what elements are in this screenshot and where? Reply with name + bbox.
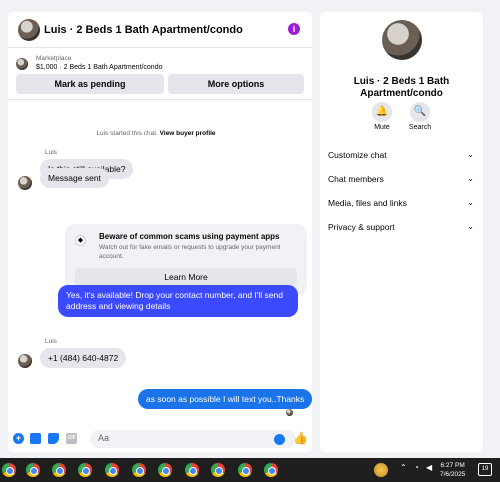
row-label: Privacy & support <box>328 222 395 232</box>
listing-summary[interactable]: $1,000 · 2 Beds 1 Bath Apartment/condo <box>36 64 162 71</box>
listing-thumb <box>16 58 28 70</box>
chrome-icon[interactable] <box>52 463 66 477</box>
scroll-up-icon[interactable]: ▲ <box>311 112 312 118</box>
system-message: Luis started this chat. View buyer profi… <box>8 130 304 137</box>
outgoing-message[interactable]: Yes, it's available! Drop your contact n… <box>58 285 298 317</box>
row-label: Customize chat <box>328 150 387 160</box>
message-bubble[interactable]: +1 (484) 640-4872 <box>40 348 127 368</box>
info-icon[interactable]: i <box>288 23 300 35</box>
chat-title[interactable]: Luis · 2 Beds 1 Bath Apartment/condo <box>44 24 243 36</box>
chevron-down-icon: ⌄ <box>467 222 474 231</box>
search-label: Search <box>408 124 432 131</box>
plus-icon[interactable]: + <box>13 433 24 444</box>
gif-icon[interactable]: GIF <box>66 433 77 444</box>
chevron-up-icon[interactable]: ⌃ <box>400 463 407 472</box>
row-label: Chat members <box>328 174 384 184</box>
scrollbar[interactable]: ▲ ▼ <box>311 112 312 424</box>
weather-icon[interactable] <box>374 463 388 477</box>
sender-avatar <box>18 354 32 368</box>
chevron-down-icon: ⌄ <box>467 150 474 159</box>
scroll-down-icon[interactable]: ▼ <box>311 414 312 420</box>
chrome-icon[interactable] <box>132 463 146 477</box>
chrome-icon[interactable] <box>264 463 278 477</box>
sender-avatar <box>18 176 32 190</box>
privacy-support-row[interactable]: Privacy & support ⌄ <box>328 222 476 238</box>
chevron-down-icon: ⌄ <box>467 174 474 183</box>
sender-name: Luis <box>45 149 57 156</box>
row-label: Media, files and links <box>328 198 407 208</box>
system-started: Luis started this chat. <box>96 130 158 137</box>
message-input[interactable]: Aa <box>90 430 296 448</box>
time: 6:27 PM <box>440 462 465 469</box>
composer: + GIF Aa 👍 <box>8 426 312 452</box>
chrome-icon[interactable] <box>238 463 252 477</box>
bell-icon[interactable]: 🔔 <box>372 102 392 122</box>
image-icon[interactable] <box>30 433 41 444</box>
chrome-icon[interactable] <box>185 463 199 477</box>
side-title: Luis · 2 Beds 1 Bath Apartment/condo <box>353 76 450 99</box>
chat-panel: Luis · 2 Beds 1 Bath Apartment/condo i M… <box>8 12 312 452</box>
mute-label: Mute <box>374 124 390 131</box>
search-icon[interactable]: 🔍 <box>410 102 430 122</box>
chrome-icon[interactable] <box>2 463 16 477</box>
scam-body: Watch out for fake emails or requests to… <box>99 244 281 260</box>
mark-pending-button[interactable]: Mark as pending <box>16 74 164 94</box>
chrome-icon[interactable] <box>105 463 119 477</box>
marketplace-label: Marketplace <box>36 55 72 62</box>
scam-title: Beware of common scams using payment app… <box>99 232 280 241</box>
seen-avatar <box>286 409 293 416</box>
customize-chat-row[interactable]: Customize chat ⌄ <box>328 150 476 166</box>
learn-more-button[interactable]: Learn More <box>75 268 297 286</box>
chrome-icon[interactable] <box>158 463 172 477</box>
emoji-icon[interactable] <box>274 434 285 445</box>
volume-icon[interactable]: ◀ <box>426 463 432 472</box>
chevron-down-icon: ⌄ <box>467 198 474 207</box>
date: 7/6/2025 <box>440 471 466 478</box>
chat-info-panel: Luis · 2 Beds 1 Bath Apartment/condo 🔔 M… <box>320 12 483 452</box>
media-files-row[interactable]: Media, files and links ⌄ <box>328 198 476 214</box>
shield-icon: ◆ <box>75 235 86 246</box>
listing-avatar[interactable] <box>18 19 40 41</box>
sender-name: Luis <box>45 338 57 345</box>
chrome-icon[interactable] <box>26 463 40 477</box>
chrome-icon[interactable] <box>78 463 92 477</box>
notification-badge[interactable]: 19 <box>478 463 492 476</box>
wifi-icon[interactable]: ◔ <box>414 463 419 472</box>
chat-members-row[interactable]: Chat members ⌄ <box>328 174 476 190</box>
more-options-button[interactable]: More options <box>168 74 304 94</box>
taskbar: ⌃ ◔ ◀ 6:27 PM 7/6/2025 19 <box>0 458 500 482</box>
sticker-icon[interactable] <box>48 433 59 444</box>
chat-header: Luis · 2 Beds 1 Bath Apartment/condo i <box>8 12 312 48</box>
clock[interactable]: 6:27 PM 7/6/2025 <box>440 461 465 479</box>
view-buyer-profile-link[interactable]: View buyer profile <box>160 130 216 137</box>
chrome-icon[interactable] <box>211 463 225 477</box>
thumbs-up-icon[interactable]: 👍 <box>293 431 308 445</box>
outgoing-message[interactable]: as soon as possible I will text you..Tha… <box>138 389 312 409</box>
listing-avatar-large <box>382 20 422 60</box>
message-bubble[interactable]: Message sent <box>40 168 109 188</box>
